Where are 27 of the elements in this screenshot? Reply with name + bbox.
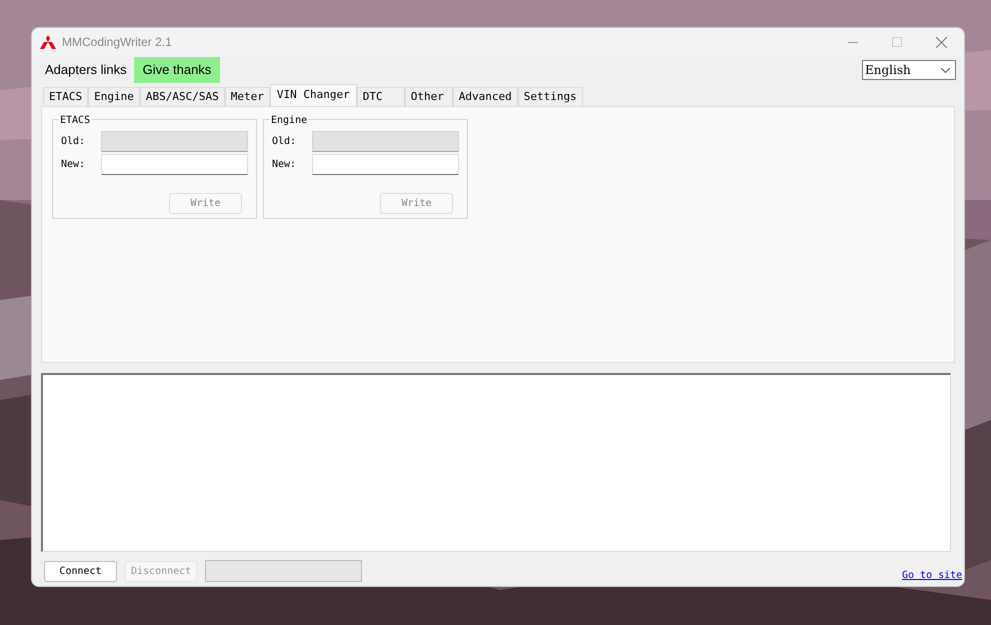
chevron-icon <box>941 68 950 72</box>
maximize-icon[interactable] <box>892 37 902 47</box>
tab[interactable]: ETACS <box>43 87 88 106</box>
menu-item[interactable]: Give thanks <box>134 57 220 83</box>
logo-icon <box>40 35 56 49</box>
tab[interactable]: Other <box>404 87 453 106</box>
field-label: Old: <box>61 135 86 149</box>
site-link[interactable]: Go to site <box>902 568 962 583</box>
menu-item[interactable]: Adapters links <box>38 57 134 83</box>
field-label: New: <box>61 158 86 172</box>
tab[interactable]: Engine <box>88 87 140 106</box>
close-icon[interactable] <box>936 36 947 48</box>
window-title: MMCodingWriter 2.1 <box>62 34 172 51</box>
group-title: Engine <box>270 113 308 128</box>
text-field[interactable] <box>101 154 248 175</box>
field-label: New: <box>272 158 298 172</box>
language-dropdown[interactable]: English <box>862 60 956 80</box>
log-area[interactable] <box>41 373 951 552</box>
tab[interactable]: ABS/ASC/SAS <box>140 87 225 106</box>
connect-button[interactable]: Connect <box>44 560 117 582</box>
tab[interactable]: DTC <box>356 87 405 106</box>
tab[interactable]: VIN Changer <box>270 84 357 106</box>
text-field[interactable] <box>312 154 459 175</box>
tab[interactable]: Advanced <box>452 87 518 106</box>
tab[interactable]: Meter <box>224 87 270 106</box>
tab[interactable]: Settings <box>518 87 583 106</box>
field-label: Old: <box>272 135 298 149</box>
